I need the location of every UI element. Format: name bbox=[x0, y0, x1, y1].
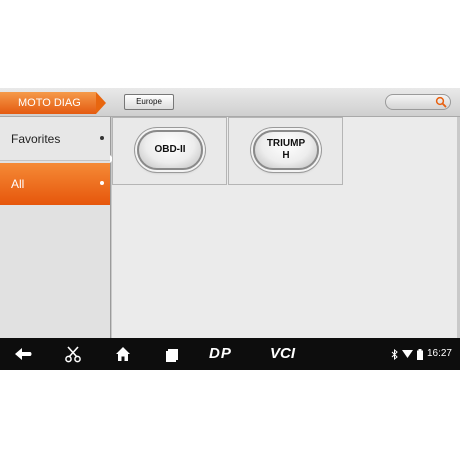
tile-label: TRIUMPH bbox=[266, 138, 306, 161]
sidebar-item-label: Favorites bbox=[11, 132, 61, 146]
wifi-icon bbox=[401, 350, 413, 358]
search-icon[interactable] bbox=[435, 96, 447, 108]
search-box[interactable] bbox=[385, 94, 451, 110]
module-title-arrow bbox=[96, 92, 106, 114]
battery-icon bbox=[416, 348, 423, 360]
obd2-button[interactable]: OBD-II bbox=[137, 130, 203, 170]
clock: 16:27 bbox=[426, 348, 452, 359]
home-icon[interactable] bbox=[114, 345, 132, 363]
back-icon[interactable] bbox=[12, 345, 34, 363]
recent-apps-icon[interactable] bbox=[163, 345, 181, 363]
sidebar-item-label: All bbox=[11, 177, 25, 191]
sidebar-item-all[interactable]: All bbox=[0, 163, 110, 205]
sidebar: Favorites All bbox=[0, 117, 111, 338]
vehicle-tile-triumph[interactable]: TRIUMPH bbox=[228, 117, 343, 185]
status-area: 16:27 bbox=[391, 347, 452, 361]
sidebar-item-favorites[interactable]: Favorites bbox=[0, 117, 110, 161]
bottom-navbar: DP VCI 16:27 bbox=[0, 338, 460, 370]
triumph-button[interactable]: TRIUMPH bbox=[253, 130, 319, 170]
vci-icon[interactable]: VCI bbox=[270, 345, 302, 363]
app-screen: MOTO DIAG Europe Favorites All OBD-II TR… bbox=[0, 88, 460, 370]
module-title-tab: MOTO DIAG bbox=[0, 92, 96, 114]
scissors-icon[interactable] bbox=[64, 345, 82, 363]
header-bar: MOTO DIAG Europe bbox=[0, 88, 460, 117]
module-title: MOTO DIAG bbox=[18, 97, 81, 109]
tile-label: OBD-II bbox=[154, 144, 186, 155]
bluetooth-icon bbox=[391, 348, 398, 360]
vehicle-tile-obd2[interactable]: OBD-II bbox=[112, 117, 227, 185]
sidebar-dot-icon bbox=[100, 136, 104, 140]
vehicle-grid: OBD-II TRIUMPH bbox=[112, 117, 457, 338]
dp-icon[interactable]: DP bbox=[209, 345, 241, 363]
region-button[interactable]: Europe bbox=[124, 94, 174, 110]
sidebar-dot-icon bbox=[100, 181, 104, 185]
